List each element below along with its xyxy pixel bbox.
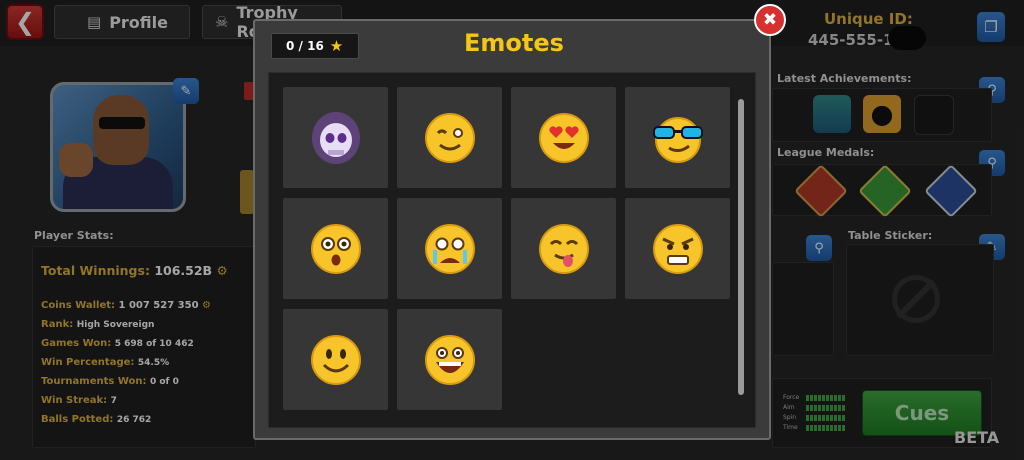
emote-tile[interactable] — [283, 309, 388, 410]
emote-tile[interactable] — [625, 198, 730, 299]
wink-emote-icon — [424, 112, 475, 163]
emote-tile[interactable] — [283, 198, 388, 299]
surprised-emote-icon — [310, 223, 361, 274]
emote-tile[interactable] — [397, 198, 502, 299]
emote-grid — [268, 72, 756, 428]
close-icon: ✖ — [762, 10, 778, 30]
emote-tile[interactable] — [397, 309, 502, 410]
sunglasses-emote-icon — [652, 116, 703, 163]
emote-grid-scrollbar[interactable] — [738, 99, 744, 395]
crying-emote-icon — [424, 223, 475, 274]
modal-title: Emotes — [464, 29, 564, 57]
emote-tile[interactable] — [625, 87, 730, 188]
emote-tile[interactable] — [397, 87, 502, 188]
heart-eyes-emote-icon — [538, 112, 589, 163]
laughing-emote-icon — [424, 334, 475, 385]
smile-emote-icon — [310, 334, 361, 385]
emote-tile[interactable] — [511, 198, 616, 299]
smoke-skull-emote-icon — [311, 111, 360, 164]
yum-tongue-emote-icon — [538, 223, 589, 274]
angry-emote-icon — [652, 223, 703, 274]
emote-tile[interactable] — [283, 87, 388, 188]
emote-tile[interactable] — [511, 87, 616, 188]
close-modal-button[interactable]: ✖ — [754, 4, 786, 36]
emotes-modal: 0 / 16 ★ Emotes — [253, 19, 771, 440]
